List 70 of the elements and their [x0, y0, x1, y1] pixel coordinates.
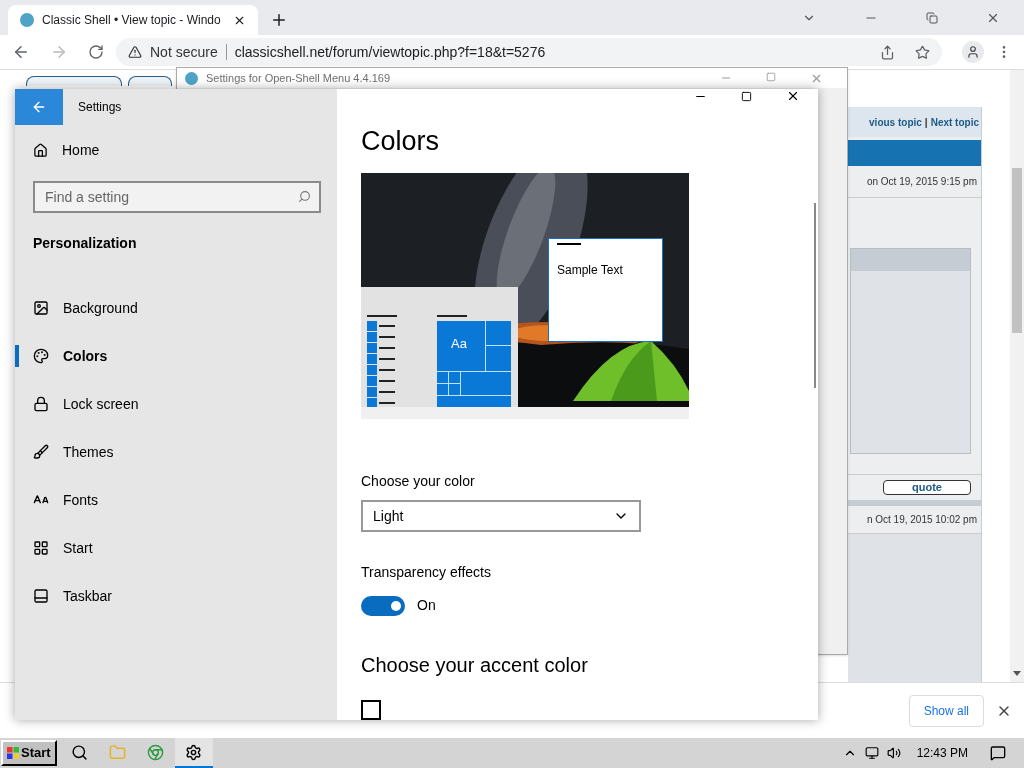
next-topic-link[interactable]: Next topic [930, 114, 979, 130]
panel-icon [33, 588, 49, 604]
toggle-state: On [417, 596, 436, 615]
nav-item[interactable]: Taskbar [15, 572, 337, 620]
field-label: Transparency effects [361, 563, 492, 582]
search-field[interactable]: Find a setting [33, 181, 321, 213]
scroll-down-icon[interactable] [1013, 671, 1021, 676]
warning-icon [128, 45, 142, 59]
reload-icon[interactable] [88, 44, 104, 60]
show-all-button[interactable]: Show all [908, 694, 984, 727]
search-icon [71, 743, 89, 761]
previous-topic-link[interactable]: vious topic [869, 114, 922, 130]
clock-text[interactable]: 12:43 PM [916, 744, 968, 762]
sample-text: Sample Text [557, 263, 623, 277]
home-item[interactable]: Home [33, 125, 337, 175]
window-title: Settings [78, 99, 122, 116]
settings-icon [185, 743, 203, 761]
network-icon[interactable] [864, 746, 879, 760]
close-icon[interactable] [786, 89, 800, 103]
restore-icon[interactable] [926, 12, 938, 24]
nav-item[interactable]: Fonts [15, 476, 337, 524]
browser-tab[interactable]: Classic Shell • View topic - Windo [8, 5, 258, 35]
url-text: classicshell.net/forum/viewtopic.php?f=18&t=5276 [234, 42, 546, 62]
security-label: Not secure [150, 42, 218, 62]
windows-logo-icon [7, 747, 19, 759]
checkbox[interactable] [361, 700, 381, 720]
share-icon[interactable] [880, 44, 895, 60]
page-heading: Colors [361, 125, 441, 158]
palette-icon [33, 348, 49, 364]
nav-item[interactable]: Lock screen [15, 380, 337, 428]
image-icon [33, 300, 49, 316]
browser-icon [147, 743, 165, 761]
forum-button[interactable] [26, 76, 122, 86]
nav-item[interactable]: Themes [15, 428, 337, 476]
globe-icon [20, 13, 34, 27]
start-button[interactable]: Start [1, 740, 57, 766]
forum-button[interactable] [128, 76, 172, 86]
brush-icon [33, 444, 49, 460]
back-icon[interactable] [12, 43, 30, 61]
scrollbar[interactable] [1010, 70, 1024, 682]
section-heading: Personalization [33, 234, 138, 253]
lock-icon [33, 396, 49, 412]
nav-item[interactable]: Start [15, 524, 337, 572]
close-icon[interactable] [986, 11, 1000, 25]
notification-icon[interactable] [990, 745, 1006, 761]
toggle-switch[interactable] [361, 595, 405, 616]
quote-button[interactable]: quote [883, 480, 971, 495]
home-icon [33, 142, 48, 158]
field-label: Choose your color [361, 472, 476, 491]
scrollbar-thumb[interactable] [1012, 168, 1022, 333]
globe-icon [185, 71, 198, 85]
nav-item[interactable]: Background [15, 284, 337, 332]
taskbar-button[interactable] [174, 738, 213, 768]
volume-icon[interactable] [886, 746, 901, 760]
back-icon [31, 99, 47, 115]
folder-icon [109, 743, 127, 761]
new-tab-icon[interactable] [270, 11, 288, 29]
search-icon [298, 190, 311, 203]
maximize-icon[interactable] [741, 90, 752, 102]
grid-icon [33, 540, 49, 556]
bookmark-icon[interactable] [915, 44, 930, 60]
section-heading: Choose your accent color [361, 653, 589, 678]
color-dropdown[interactable]: Light [361, 500, 641, 532]
window-title: Settings for Open-Shell Menu 4.4.169 [206, 72, 391, 84]
nav-item[interactable]: Colors [15, 332, 337, 380]
separator-text: | [924, 115, 928, 130]
address-bar[interactable]: Not secure classicshell.net/forum/viewtopic.php?f=18&t=5276 [116, 38, 942, 66]
tile-text: Aa [451, 337, 467, 350]
profile-icon[interactable] [962, 41, 984, 63]
scrollbar-thumb[interactable] [814, 203, 816, 388]
